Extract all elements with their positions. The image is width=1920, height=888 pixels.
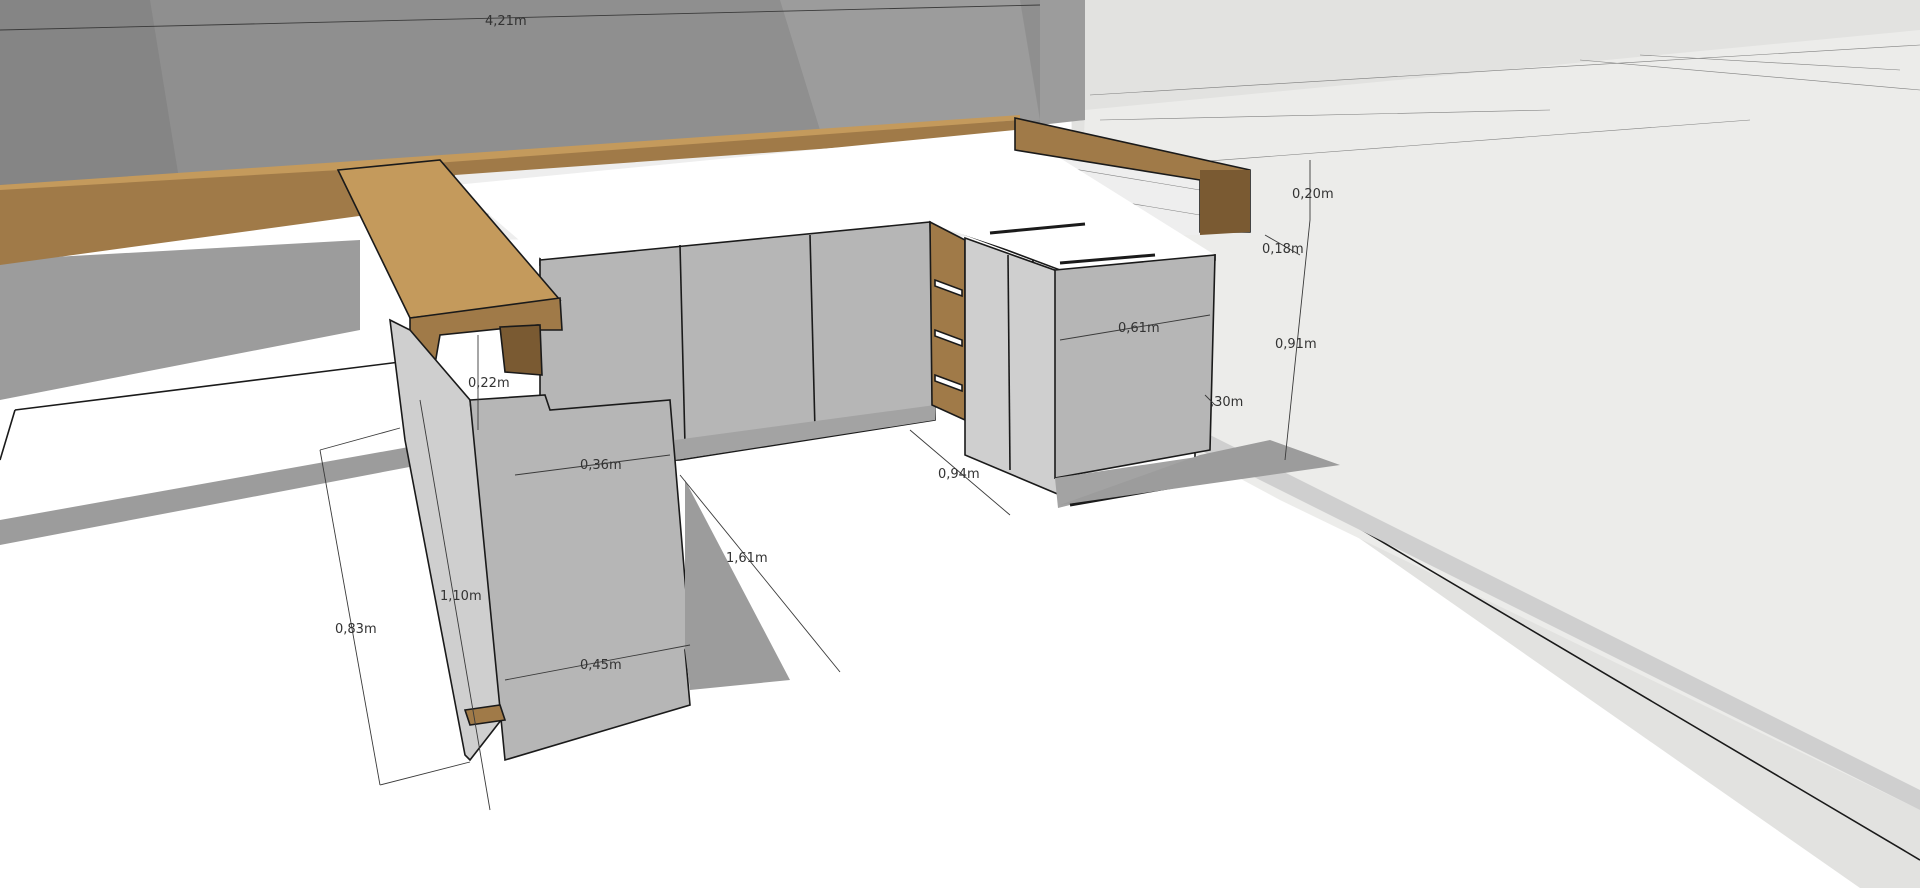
dim-island-side-height: 0,83m: [335, 622, 377, 637]
island-front-panel: [469, 394, 691, 762]
wall-column: [1040, 0, 1085, 125]
dim-right-offset: ,30m: [1210, 395, 1243, 410]
right-return-cabinets: [964, 236, 1061, 497]
back-wall-highlight: [780, 0, 1040, 130]
dim-bar-upper-width: 0,36m: [580, 458, 622, 473]
dim-counter-depth-right: 0,18m: [1262, 242, 1304, 257]
dim-backsplash-height: 0,20m: [1292, 187, 1334, 202]
right-corner-cabinet: [1054, 254, 1216, 479]
sketchup-viewport[interactable]: 4,21m 0,20m 0,18m 0,91m 0,61m ,30m 0,22m…: [0, 0, 1920, 888]
kitchen-3d-model[interactable]: 4,21m 0,20m 0,18m 0,91m 0,61m ,30m 0,22m…: [0, 0, 1920, 888]
island-wood-leg: [499, 324, 543, 376]
dim-corridor-depth: 0,94m: [938, 467, 980, 482]
dim-island-total-height: 1,10m: [440, 589, 482, 604]
dim-right-cabinet-width: 0,61m: [1118, 321, 1160, 336]
dim-bar-lower-width: 0,45m: [580, 658, 622, 673]
dim-wall-length: 4,21m: [485, 14, 527, 29]
dim-counter-height: 0,91m: [1275, 337, 1317, 352]
right-wood-front: [1200, 170, 1250, 235]
dim-bar-top-height: 0,22m: [468, 376, 510, 391]
dim-island-length: 1,61m: [726, 551, 768, 566]
